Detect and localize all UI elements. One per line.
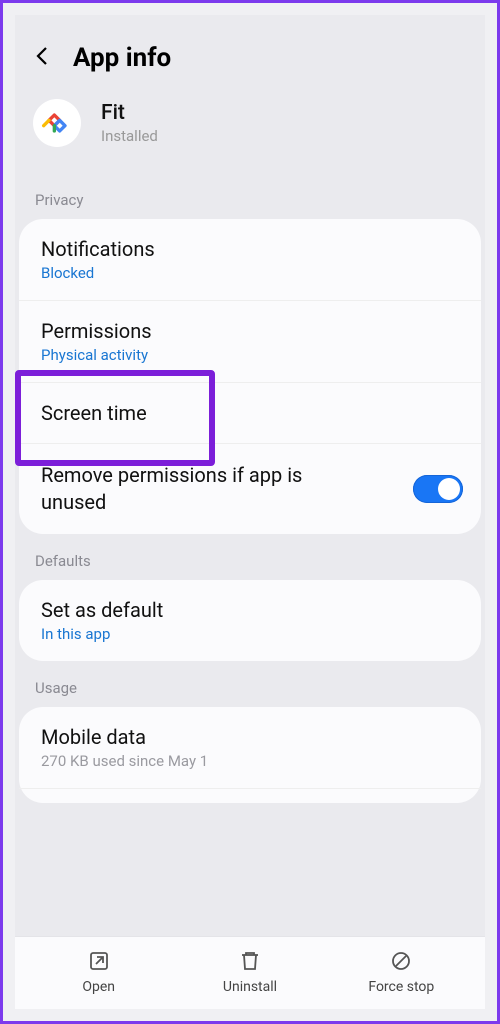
app-summary: Fit Installed [15, 93, 485, 173]
toggle-knob [438, 478, 460, 500]
prohibit-icon [389, 949, 413, 973]
page-title: App info [73, 43, 171, 73]
permissions-title: Permissions [41, 319, 459, 343]
cutoff-row [19, 789, 481, 803]
uninstall-button[interactable]: Uninstall [190, 949, 310, 995]
set-default-row[interactable]: Set as default In this app [19, 580, 481, 661]
app-icon [33, 99, 81, 147]
uninstall-label: Uninstall [223, 979, 277, 995]
app-install-status: Installed [101, 127, 158, 145]
notifications-title: Notifications [41, 237, 459, 261]
mobile-data-title: Mobile data [41, 725, 459, 749]
back-button[interactable] [31, 44, 55, 72]
set-default-sub: In this app [41, 625, 459, 643]
section-label-defaults: Defaults [15, 534, 485, 580]
mobile-data-row[interactable]: Mobile data 270 KB used since May 1 [19, 707, 481, 789]
force-stop-button[interactable]: Force stop [341, 949, 461, 995]
open-label: Open [82, 979, 115, 995]
open-external-icon [87, 949, 111, 973]
app-name: Fit [101, 101, 158, 125]
defaults-card: Set as default In this app [19, 580, 481, 661]
permissions-status: Physical activity [41, 346, 459, 364]
set-default-title: Set as default [41, 598, 459, 622]
usage-card: Mobile data 270 KB used since May 1 [19, 707, 481, 803]
mobile-data-sub: 270 KB used since May 1 [41, 752, 459, 770]
section-label-usage: Usage [15, 661, 485, 707]
fit-heart-icon [41, 107, 73, 139]
chevron-left-icon [31, 44, 55, 68]
remove-permissions-title: Remove permissions if app is unused [41, 462, 351, 516]
bottom-action-bar: Open Uninstall Force stop [15, 936, 485, 1009]
tutorial-highlight [15, 370, 215, 466]
notifications-status: Blocked [41, 264, 459, 282]
notifications-row[interactable]: Notifications Blocked [19, 219, 481, 301]
open-button[interactable]: Open [39, 949, 159, 995]
force-stop-label: Force stop [368, 979, 434, 995]
section-label-privacy: Privacy [15, 173, 485, 219]
trash-icon [238, 949, 262, 973]
remove-permissions-toggle[interactable] [413, 475, 463, 503]
